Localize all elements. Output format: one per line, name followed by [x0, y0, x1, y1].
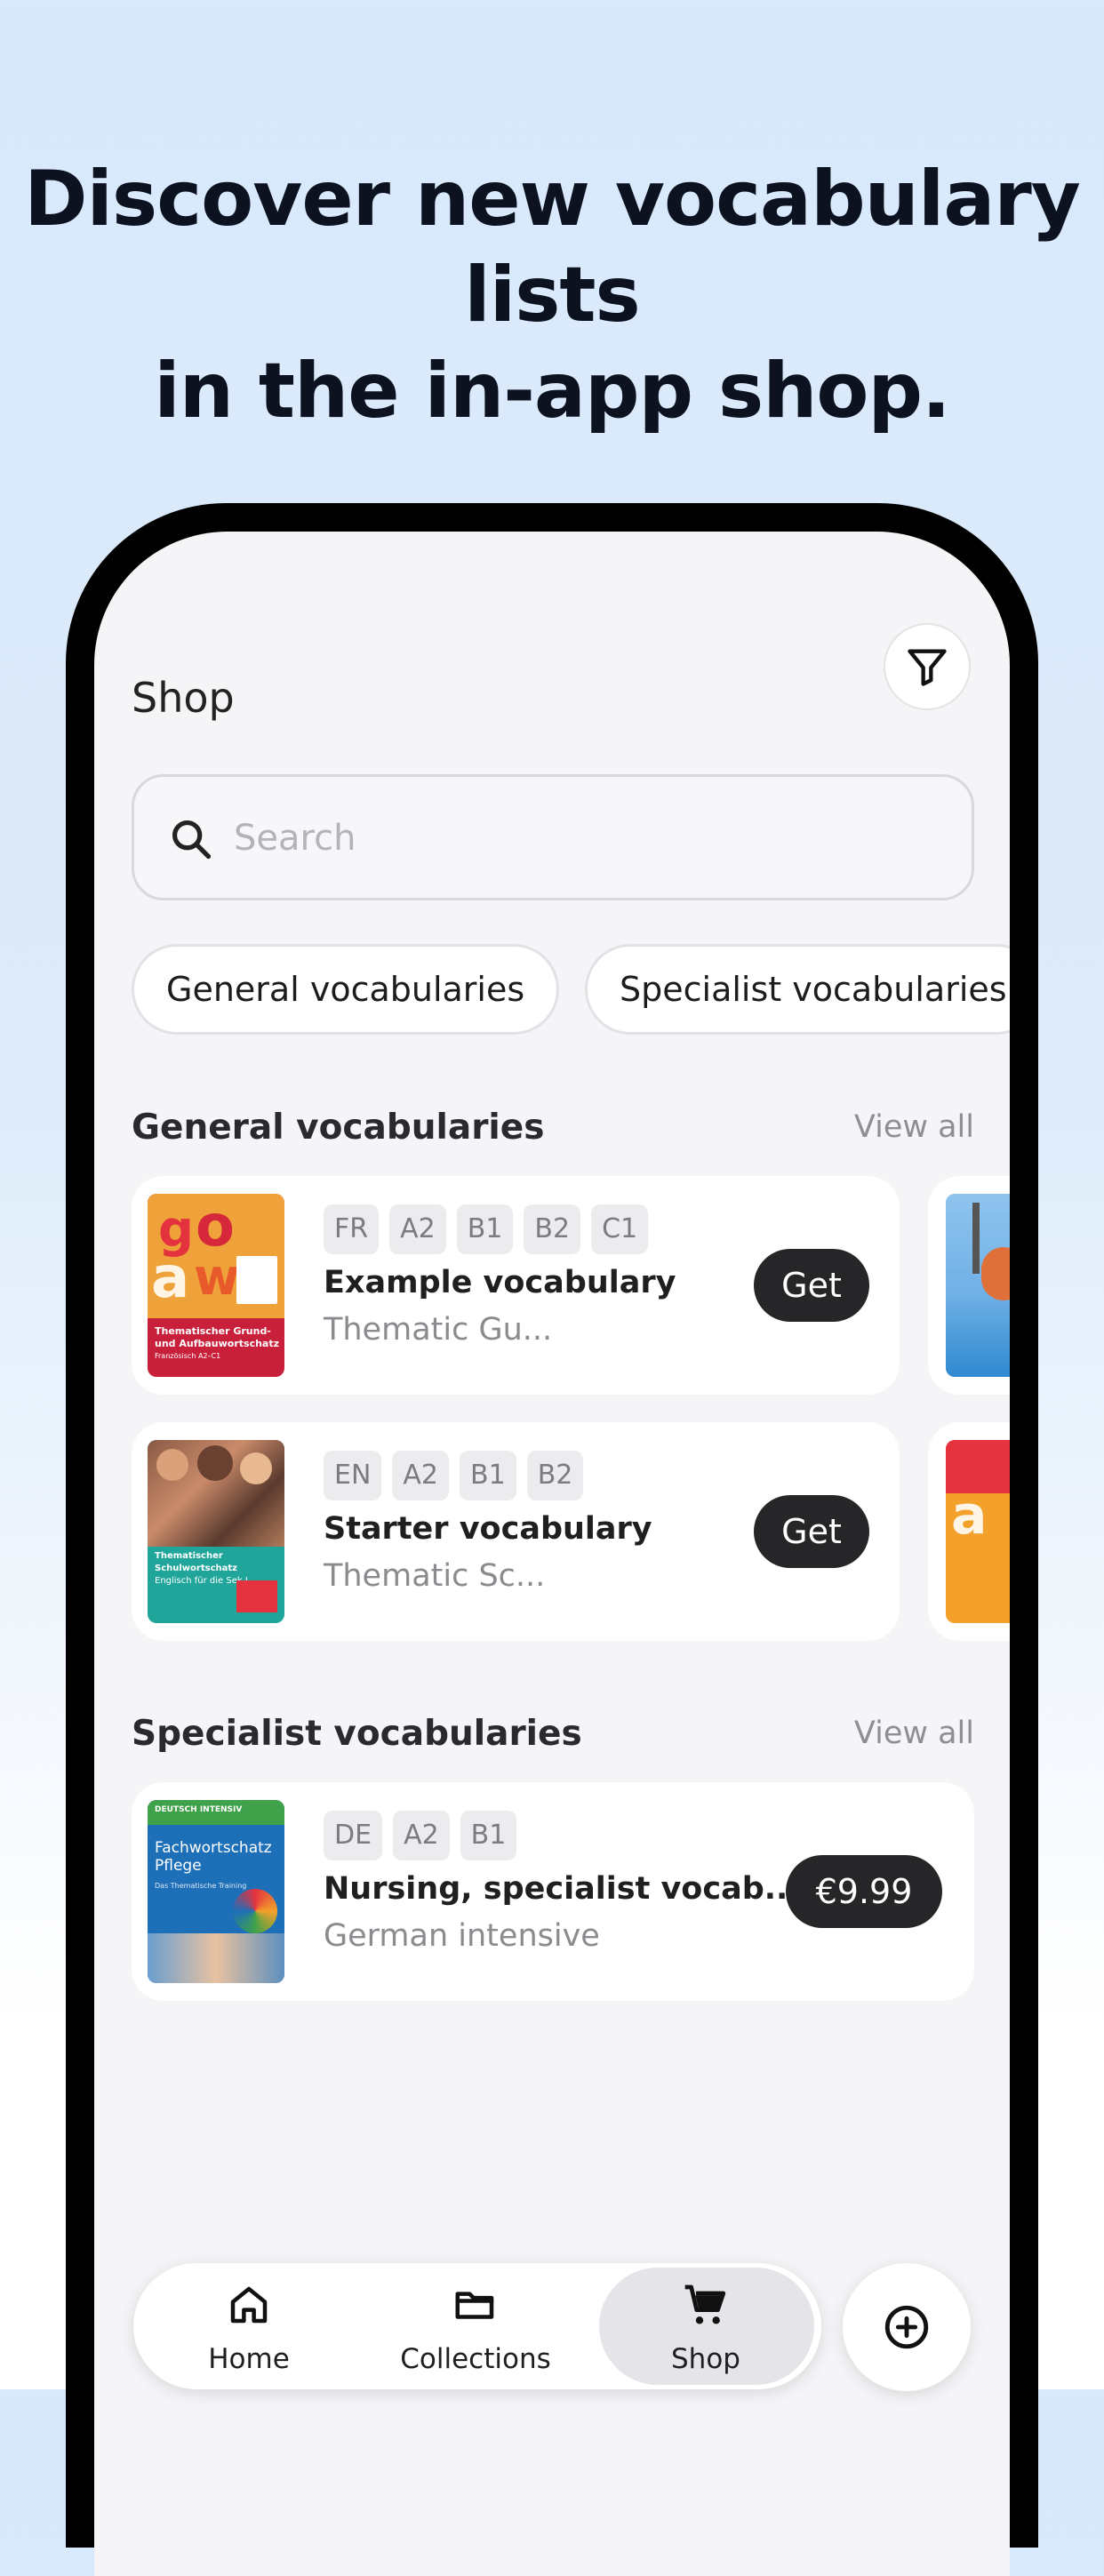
- cover-line: und Aufbauwortschatz: [155, 1338, 280, 1349]
- tag: DE: [324, 1811, 383, 1860]
- vocab-card[interactable]: Thematischer Schulwortschatz Englisch fü…: [132, 1422, 900, 1641]
- tag: A2: [393, 1811, 450, 1860]
- card-subtitle: German intensive: [324, 1918, 600, 1954]
- headline-line-1: Discover new vocabulary lists: [24, 155, 1081, 340]
- tag: C1: [591, 1204, 649, 1254]
- bottom-nav: Home Collections Shop: [133, 2263, 821, 2389]
- level-tags: DE A2 B1: [324, 1811, 517, 1860]
- level-tags: EN A2 B1 B2: [324, 1451, 584, 1500]
- book-cover-image: a: [946, 1440, 1010, 1623]
- view-all-specialist-link[interactable]: View all: [854, 1716, 974, 1751]
- card-subtitle: Thematic Sc...: [324, 1558, 546, 1594]
- home-icon: [230, 2286, 268, 2324]
- nav-label: Shop: [671, 2343, 740, 2375]
- book-cover-image: Thematischer Schulwortschatz Englisch fü…: [148, 1440, 284, 1623]
- nav-shop[interactable]: Shop: [626, 2263, 786, 2389]
- book-cover-image: g o a w Thematischer Grund- und Aufbauwo…: [148, 1194, 284, 1377]
- vocab-card-partial[interactable]: a: [928, 1422, 1010, 1641]
- nav-home[interactable]: Home: [169, 2263, 329, 2389]
- tag: A2: [392, 1451, 450, 1500]
- tag: B2: [524, 1204, 581, 1254]
- tag: EN: [324, 1451, 382, 1500]
- book-cover-image: DEUTSCH INTENSIV Fachwortschatz Pflege D…: [148, 1800, 284, 1983]
- search-box[interactable]: [132, 774, 974, 900]
- folder-icon: [455, 2292, 494, 2319]
- filter-icon: [908, 649, 947, 686]
- filter-button[interactable]: [884, 623, 971, 710]
- tag: FR: [324, 1204, 380, 1254]
- section-title-specialist: Specialist vocabularies: [132, 1714, 582, 1754]
- search-input[interactable]: [232, 804, 929, 873]
- book-cover-image: [946, 1194, 1010, 1377]
- phone-frame: Shop General vocabularies Specialist voc…: [66, 503, 1038, 2576]
- chip-specialist-vocabularies[interactable]: Specialist vocabularies: [585, 944, 1010, 1035]
- nav-label: Collections: [400, 2343, 551, 2375]
- get-button[interactable]: Get: [754, 1495, 869, 1568]
- cover-line: Das Thematische Training: [155, 1882, 247, 1890]
- cover-line: Fachwortschatz: [155, 1839, 272, 1857]
- tag: B1: [456, 1204, 514, 1254]
- card-title: Example vocabulary: [324, 1265, 676, 1300]
- vocab-card[interactable]: g o a w Thematischer Grund- und Aufbauwo…: [132, 1176, 900, 1395]
- cover-line: Thematischer Grund-: [155, 1325, 271, 1337]
- phone-screen: Shop General vocabularies Specialist voc…: [94, 532, 1010, 2576]
- chip-general-vocabularies[interactable]: General vocabularies: [132, 944, 560, 1035]
- card-subtitle: Thematic Gu...: [324, 1312, 553, 1348]
- plus-circle-icon: [884, 2305, 929, 2349]
- nav-label: Home: [208, 2343, 290, 2375]
- tag: B2: [526, 1451, 584, 1500]
- cover-badge: DEUTSCH INTENSIV: [155, 1805, 243, 1814]
- tag: A2: [389, 1204, 446, 1254]
- cart-icon: [684, 2284, 726, 2324]
- add-button[interactable]: [843, 2263, 971, 2391]
- tag: B1: [460, 1811, 517, 1860]
- headline-line-2: in the in-app shop.: [154, 347, 950, 436]
- vocab-card-partial[interactable]: [928, 1176, 1010, 1395]
- cover-line: Thematischer Schulwortschatz: [155, 1551, 237, 1573]
- get-button[interactable]: Get: [754, 1249, 869, 1322]
- cover-line: Pflege: [155, 1857, 202, 1875]
- tag: B1: [460, 1451, 516, 1500]
- card-title: Starter vocabulary: [324, 1511, 652, 1547]
- page-title: Shop: [132, 674, 235, 722]
- headline: Discover new vocabulary lists in the in-…: [0, 151, 1104, 439]
- cover-line: Französisch A2–C1: [155, 1352, 221, 1360]
- level-tags: FR A2 B1 B2 C1: [324, 1204, 649, 1254]
- price-button[interactable]: €9.99: [786, 1855, 942, 1928]
- search-icon: [172, 820, 212, 860]
- nav-collections[interactable]: Collections: [373, 2263, 578, 2389]
- vocab-card[interactable]: DEUTSCH INTENSIV Fachwortschatz Pflege D…: [132, 1782, 974, 2001]
- card-title: Nursing, specialist vocab...: [324, 1871, 800, 1907]
- section-title-general: General vocabularies: [132, 1108, 545, 1148]
- view-all-general-link[interactable]: View all: [854, 1109, 974, 1145]
